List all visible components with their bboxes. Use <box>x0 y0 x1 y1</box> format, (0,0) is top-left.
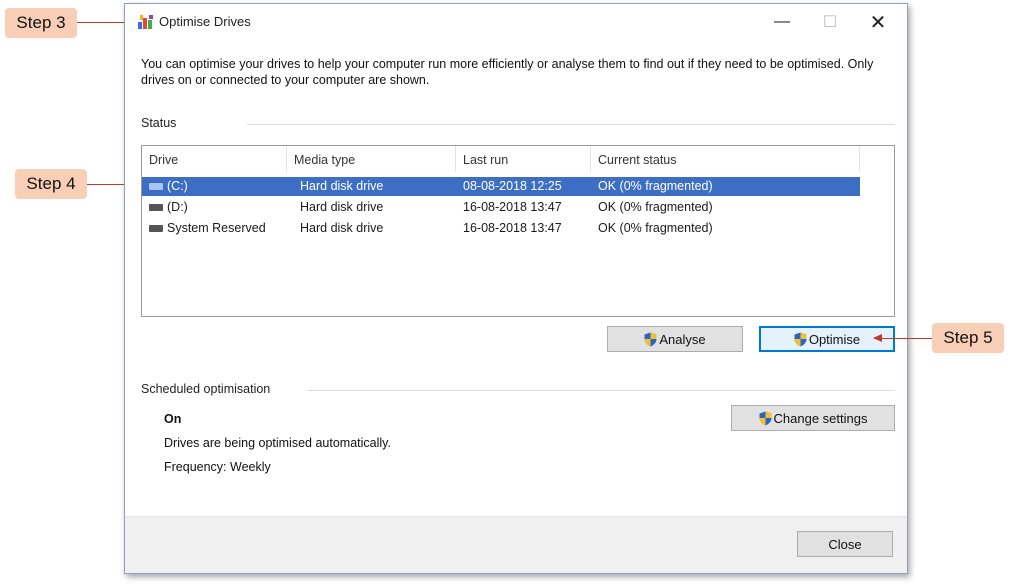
drive-name: (D:) <box>167 200 188 214</box>
step-4-label: Step 4 <box>26 174 76 193</box>
schedule-state: On <box>164 412 182 426</box>
drive-name: (C:) <box>167 179 188 193</box>
last-run: 16-08-2018 13:47 <box>463 200 562 214</box>
step-4-callout: Step 4 <box>15 169 87 199</box>
maximize-button[interactable]: ☐ <box>807 8 853 36</box>
step-5-arrow <box>873 334 932 342</box>
schedule-frequency: Frequency: Weekly <box>164 460 271 474</box>
dialog-footer: Close <box>125 516 907 573</box>
current-status: OK (0% fragmented) <box>598 221 713 235</box>
media-type: Hard disk drive <box>300 179 384 193</box>
analyse-button[interactable]: Analyse <box>607 326 743 352</box>
drive-row[interactable]: (D:) Hard disk drive 16-08-2018 13:47 OK… <box>142 198 860 217</box>
intro-text: You can optimise your drives to help you… <box>141 57 874 87</box>
optimise-drives-icon <box>138 15 153 29</box>
step-3-callout: Step 3 <box>5 8 77 38</box>
drive-name: System Reserved <box>167 221 266 235</box>
uac-shield-icon <box>794 332 807 346</box>
current-status: OK (0% fragmented) <box>598 200 713 214</box>
hard-drive-icon <box>149 225 163 232</box>
hard-drive-icon <box>149 183 163 190</box>
change-settings-button[interactable]: Change settings <box>731 405 895 431</box>
status-divider <box>247 124 895 125</box>
optimise-drives-window: Optimise Drives — ☐ ✕ You can optimise y… <box>124 3 908 574</box>
current-status: OK (0% fragmented) <box>598 179 713 193</box>
scheduled-divider <box>307 390 895 391</box>
hard-drive-icon <box>149 204 163 211</box>
close-button-label: Close <box>828 536 862 552</box>
media-type: Hard disk drive <box>300 221 384 235</box>
column-header-last-run[interactable]: Last run <box>456 146 591 172</box>
close-button[interactable]: Close <box>797 531 893 557</box>
minimize-button[interactable]: — <box>759 8 805 36</box>
drive-row[interactable]: (C:) Hard disk drive 08-08-2018 12:25 OK… <box>142 177 860 196</box>
drive-list[interactable]: Drive Media type Last run Current status… <box>141 145 895 317</box>
scheduled-group-label: Scheduled optimisation <box>141 382 271 396</box>
column-header-drive[interactable]: Drive <box>142 146 287 172</box>
schedule-description: Drives are being optimised automatically… <box>164 436 391 450</box>
media-type: Hard disk drive <box>300 200 384 214</box>
analyse-button-label: Analyse <box>659 331 706 347</box>
close-window-button[interactable]: ✕ <box>855 8 901 36</box>
column-header-current-status[interactable]: Current status <box>591 146 860 172</box>
last-run: 08-08-2018 12:25 <box>463 179 562 193</box>
uac-shield-icon <box>644 332 657 346</box>
step-5-label: Step 5 <box>943 328 993 347</box>
optimise-button-label: Optimise <box>808 331 861 347</box>
drive-row[interactable]: System Reserved Hard disk drive 16-08-20… <box>142 219 860 238</box>
status-group-label: Status <box>141 116 177 130</box>
column-header-media-type[interactable]: Media type <box>287 146 456 172</box>
step-5-callout: Step 5 <box>932 323 1004 353</box>
window-title: Optimise Drives <box>159 14 251 29</box>
drive-list-header: Drive Media type Last run Current status <box>142 146 894 172</box>
last-run: 16-08-2018 13:47 <box>463 221 562 235</box>
step-3-label: Step 3 <box>16 13 66 32</box>
uac-shield-icon <box>759 411 772 425</box>
title-bar[interactable]: Optimise Drives — ☐ ✕ <box>125 4 907 40</box>
change-settings-button-label: Change settings <box>773 410 868 426</box>
